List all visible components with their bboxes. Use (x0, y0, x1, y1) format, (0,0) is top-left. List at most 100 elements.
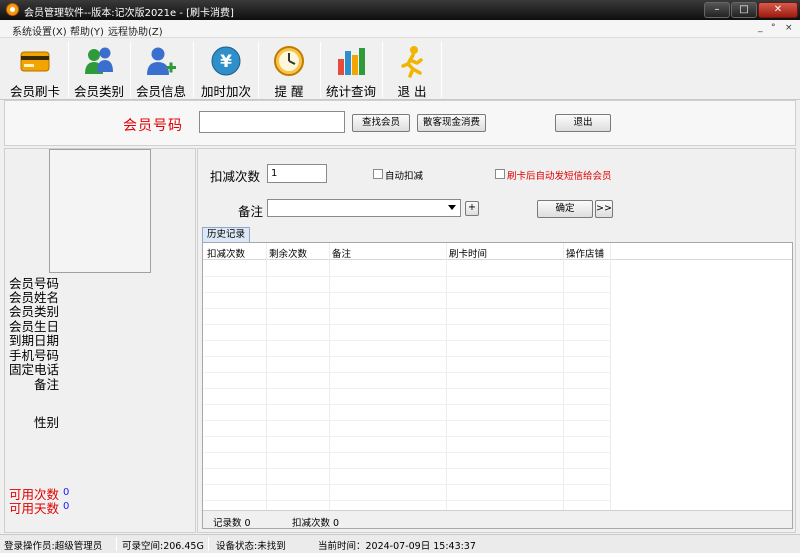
row-divider (203, 324, 610, 325)
users-icon (85, 47, 113, 74)
column-remaining-count[interactable]: 剩余次数 (269, 246, 307, 260)
row-divider (203, 404, 610, 405)
column-remark[interactable]: 备注 (332, 246, 351, 260)
remark-label: 备注 (238, 204, 264, 219)
toolbar-member-card-button[interactable]: 会员刷卡 (4, 40, 66, 99)
toolbar-statistics-button[interactable]: 统计查询 (322, 40, 380, 99)
status-device: 设备状态:未找到 (216, 541, 286, 552)
title-bar: 会员管理软件--版本:记次版2021e - [刷卡消费] – □ ✕ (0, 0, 800, 20)
row-divider (203, 436, 610, 437)
row-divider (203, 500, 610, 501)
menu-system-settings[interactable]: 系统设置(X) (12, 23, 67, 38)
toolbar-add-time-button[interactable]: ¥ 加时加次 (196, 40, 256, 99)
toolbar-label: 统计查询 (325, 84, 376, 99)
add-remark-button[interactable]: + (465, 201, 479, 216)
yen-icon: ¥ (211, 46, 241, 76)
minimize-button[interactable]: – (704, 2, 730, 18)
card-icon (20, 51, 50, 72)
status-operator: 登录操作员:超级管理员 (4, 541, 103, 552)
toolbar-member-category-button[interactable]: 会员类别 (70, 40, 128, 99)
add-user-icon (147, 47, 176, 75)
member-number-label: 会员号码 (123, 118, 183, 134)
row-divider (203, 292, 610, 293)
clock-icon (274, 46, 304, 76)
column-store[interactable]: 操作店铺 (566, 246, 604, 260)
column-divider (563, 243, 564, 511)
exit-button[interactable]: 退出 (555, 114, 611, 132)
toolbar-exit-button[interactable]: 退 出 (384, 40, 440, 99)
available-days-label: 可用天数 (9, 501, 60, 516)
row-divider (203, 308, 610, 309)
toolbar-separator (193, 42, 194, 98)
exit-runner-icon (401, 46, 423, 78)
row-divider (203, 484, 610, 485)
row-divider (203, 420, 610, 421)
column-divider (329, 243, 330, 511)
toolbar-separator (382, 42, 383, 98)
toolbar-label: 会员刷卡 (9, 84, 60, 99)
mdi-minimize-button[interactable]: _ (758, 23, 763, 33)
guest-cash-consume-button[interactable]: 散客现金消费 (417, 114, 486, 132)
chevron-down-icon (448, 205, 456, 210)
toolbar-label: 提 醒 (274, 84, 304, 99)
deduct-count-input[interactable] (267, 164, 327, 183)
row-divider (203, 468, 610, 469)
mdi-close-button[interactable]: × (785, 23, 793, 33)
toolbar-label: 加时加次 (200, 84, 251, 99)
history-table: 扣减次数 剩余次数 备注 刷卡时间 操作店铺 记录数 0 扣减次数 0 (202, 242, 793, 529)
toolbar-separator (441, 42, 442, 98)
toolbar-label: 会员信息 (135, 84, 186, 99)
search-panel: 会员号码 查找会员 散客现金消费 退出 (4, 100, 796, 146)
footer-record-count: 记录数 0 (213, 518, 251, 529)
column-divider (266, 243, 267, 511)
toolbar-reminder-button[interactable]: 提 醒 (260, 40, 318, 99)
toolbar-separator (258, 42, 259, 98)
mdi-restore-button[interactable]: ° (771, 23, 776, 33)
window-title: 会员管理软件--版本:记次版2021e - [刷卡消费] (24, 8, 234, 19)
consume-panel: 扣减次数 自动扣减 刷卡后自动发短信给会员 备注 + 确定 >> 历史记录 扣减… (197, 148, 796, 533)
svg-text:¥: ¥ (220, 52, 232, 72)
status-bar: 登录操作员:超级管理员 可录空间:206.45G 设备状态:未找到 当前时间：2… (0, 534, 800, 553)
find-member-button[interactable]: 查找会员 (352, 114, 410, 132)
toolbar-separator (68, 42, 69, 98)
member-number-input[interactable] (199, 111, 345, 133)
menu-remote-assist[interactable]: 远程协助(Z) (108, 23, 163, 38)
toolbar-separator (130, 42, 131, 98)
status-time: 当前时间：2024-07-09日 15:43:37 (318, 541, 476, 552)
history-table-header: 扣减次数 剩余次数 备注 刷卡时间 操作店铺 (203, 243, 792, 260)
row-divider (203, 372, 610, 373)
member-info-panel: 会员号码 会员姓名 会员类别 会员生日 到期日期 手机号码 固定电话 备注 性别… (4, 148, 196, 533)
bar-chart-icon (338, 48, 365, 75)
maximize-button[interactable]: □ (731, 2, 757, 18)
menu-bar: 系统设置(X) 帮助(Y) 远程协助(Z) _ ° × (0, 20, 800, 38)
confirm-button[interactable]: 确定 (537, 200, 593, 218)
toolbar-label: 会员类别 (73, 84, 124, 99)
more-button[interactable]: >> (595, 200, 613, 218)
field-remark: 备注 (34, 377, 60, 392)
auto-sms-checkbox[interactable] (495, 169, 505, 179)
column-divider (446, 243, 447, 511)
field-gender: 性别 (34, 415, 60, 430)
app-logo-icon (6, 3, 19, 16)
column-swipe-time[interactable]: 刷卡时间 (449, 246, 487, 260)
available-days-value: 0 (63, 501, 70, 512)
deduct-count-label: 扣减次数 (210, 169, 261, 184)
row-divider (203, 388, 610, 389)
menu-help[interactable]: 帮助(Y) (70, 23, 104, 38)
row-divider (203, 276, 610, 277)
row-divider (203, 356, 610, 357)
toolbar: 会员刷卡 会员类别 会员信息 ¥ 加时加次 提 醒 统计查询 退 出 (0, 38, 800, 100)
toolbar-label: 退 出 (397, 84, 427, 99)
tab-history[interactable]: 历史记录 (202, 227, 251, 242)
remark-dropdown[interactable] (267, 199, 461, 217)
column-deduct-count[interactable]: 扣减次数 (207, 246, 245, 260)
close-button[interactable]: ✕ (758, 2, 798, 18)
column-divider (610, 243, 611, 511)
row-divider (203, 340, 610, 341)
toolbar-member-info-button[interactable]: 会员信息 (132, 40, 190, 99)
auto-deduct-label: 自动扣减 (385, 171, 424, 182)
available-count-value: 0 (63, 487, 70, 498)
status-space: 可录空间:206.45G (122, 541, 204, 552)
auto-deduct-checkbox[interactable] (373, 169, 383, 179)
row-divider (203, 452, 610, 453)
